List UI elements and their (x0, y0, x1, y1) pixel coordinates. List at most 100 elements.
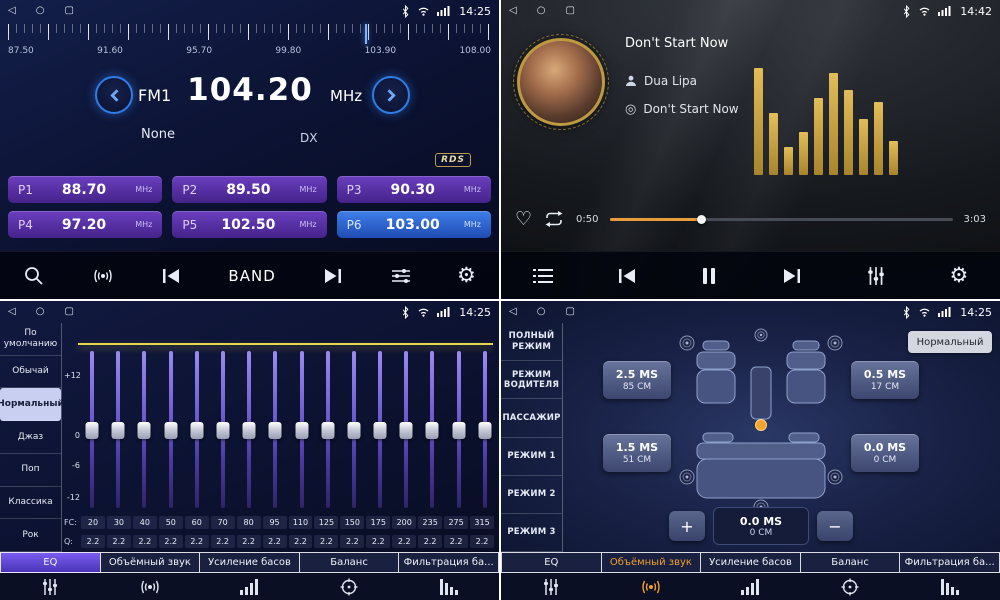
home-icon[interactable]: ○ (36, 307, 45, 317)
tab-filter[interactable]: Фильтрация ба... (399, 552, 499, 573)
back-icon[interactable]: ◁ (509, 307, 517, 317)
tab-bass-boost[interactable]: Усиление басов (200, 552, 300, 573)
eq-slider-knob[interactable] (426, 422, 439, 439)
eq-band-slider[interactable] (422, 351, 442, 508)
eq-band-slider[interactable] (318, 351, 338, 508)
seek-bar-knob[interactable] (697, 215, 706, 224)
decrease-delay-button[interactable]: − (817, 511, 853, 541)
band-button[interactable]: BAND (228, 267, 275, 285)
eq-faders-icon[interactable] (0, 578, 100, 596)
previous-track-icon[interactable] (616, 268, 638, 284)
eq-slider-knob[interactable] (269, 422, 282, 439)
home-icon[interactable]: ○ (537, 6, 546, 16)
recents-icon[interactable]: ▢ (565, 6, 574, 16)
eq-slider-knob[interactable] (86, 422, 99, 439)
mode-2[interactable]: РЕЖИМ 2 (501, 476, 562, 514)
balance-target-icon[interactable] (299, 578, 399, 596)
eq-band-slider[interactable] (161, 351, 181, 508)
eq-slider-knob[interactable] (295, 422, 308, 439)
eq-preset-jazz[interactable]: Джаз (0, 421, 61, 454)
home-icon[interactable]: ○ (537, 307, 546, 317)
eq-band-slider[interactable] (187, 351, 207, 508)
bass-boost-bars-icon[interactable] (200, 579, 300, 595)
eq-band-slider[interactable] (292, 351, 312, 508)
preset-button-1[interactable]: P1 88.70 MHz (8, 176, 162, 203)
eq-preset-default[interactable]: По умолчанию (0, 323, 61, 356)
tab-bass-boost[interactable]: Усиление басов (701, 552, 801, 573)
tuning-sliders-icon[interactable] (391, 267, 411, 285)
bass-boost-bars-icon[interactable] (701, 579, 801, 595)
tune-down-button[interactable] (95, 76, 133, 114)
eq-preset-custom[interactable]: Обычай (0, 356, 61, 389)
playlist-icon[interactable] (533, 268, 553, 284)
tab-surround[interactable]: Объёмный звук (602, 552, 702, 573)
eq-band-slider[interactable] (265, 351, 285, 508)
recents-icon[interactable]: ▢ (565, 307, 574, 317)
eq-band-slider[interactable] (449, 351, 469, 508)
preset-button-4[interactable]: P4 97.20 MHz (8, 211, 162, 238)
back-icon[interactable]: ◁ (8, 6, 16, 16)
mode-3[interactable]: РЕЖИМ 3 (501, 514, 562, 552)
next-track-icon[interactable] (781, 268, 803, 284)
back-icon[interactable]: ◁ (509, 6, 517, 16)
surround-broadcast-icon[interactable] (100, 578, 200, 596)
recents-icon[interactable]: ▢ (64, 307, 73, 317)
eq-slider-knob[interactable] (216, 422, 229, 439)
eq-slider-knob[interactable] (400, 422, 413, 439)
eq-slider-knob[interactable] (347, 422, 360, 439)
profile-button[interactable]: Нормальный (908, 331, 992, 353)
home-icon[interactable]: ○ (36, 6, 45, 16)
rear-right-delay-button[interactable]: 0.0 MS 0 CM (851, 434, 919, 472)
settings-gear-icon[interactable]: ⚙ (949, 265, 968, 286)
tune-up-button[interactable] (372, 76, 410, 114)
rear-left-delay-button[interactable]: 1.5 MS 51 CM (603, 434, 671, 472)
increase-delay-button[interactable]: + (669, 511, 705, 541)
eq-band-slider[interactable] (239, 351, 259, 508)
broadcast-icon[interactable] (92, 267, 114, 285)
repeat-icon[interactable] (543, 210, 565, 228)
surround-broadcast-icon[interactable] (601, 578, 701, 596)
back-icon[interactable]: ◁ (8, 307, 16, 317)
preset-button-3[interactable]: P3 90.30 MHz (337, 176, 491, 203)
eq-slider-knob[interactable] (478, 422, 491, 439)
eq-slider-knob[interactable] (321, 422, 334, 439)
pause-icon[interactable] (701, 267, 717, 285)
preset-button-6[interactable]: P6 103.00 MHz (337, 211, 491, 238)
preset-button-2[interactable]: P2 89.50 MHz (172, 176, 326, 203)
eq-band-slider[interactable] (134, 351, 154, 508)
tab-surround[interactable]: Объёмный звук (101, 552, 201, 573)
front-left-delay-button[interactable]: 2.5 MS 85 CM (603, 361, 671, 399)
filter-bars-icon[interactable] (900, 579, 1000, 595)
recents-icon[interactable]: ▢ (64, 6, 73, 16)
frequency-ruler[interactable]: 87.50 91.60 95.70 99.80 103.90 108.00 (8, 24, 491, 68)
tab-filter[interactable]: Фильтрация ба... (900, 552, 1000, 573)
tab-eq[interactable]: EQ (501, 552, 602, 573)
eq-slider-knob[interactable] (190, 422, 203, 439)
eq-slider-knob[interactable] (243, 422, 256, 439)
eq-preset-pop[interactable]: Поп (0, 454, 61, 487)
equalizer-faders-icon[interactable] (866, 266, 886, 286)
favorite-heart-icon[interactable]: ♡ (515, 210, 532, 229)
mode-driver[interactable]: РЕЖИМ ВОДИТЕЛЯ (501, 361, 562, 399)
eq-slider-knob[interactable] (452, 422, 465, 439)
seek-bar[interactable] (610, 218, 953, 221)
eq-band-slider[interactable] (344, 351, 364, 508)
eq-band-slider[interactable] (370, 351, 390, 508)
previous-station-icon[interactable] (160, 268, 182, 284)
eq-slider-knob[interactable] (138, 422, 151, 439)
tab-balance[interactable]: Баланс (801, 552, 901, 573)
filter-bars-icon[interactable] (399, 579, 499, 595)
eq-slider-knob[interactable] (112, 422, 125, 439)
eq-faders-icon[interactable] (501, 578, 601, 596)
tab-balance[interactable]: Баланс (300, 552, 400, 573)
settings-gear-icon[interactable]: ⚙ (457, 265, 476, 286)
search-icon[interactable] (23, 265, 45, 287)
eq-preset-classic[interactable]: Классика (0, 487, 61, 520)
front-right-delay-button[interactable]: 0.5 MS 17 CM (851, 361, 919, 399)
eq-slider-knob[interactable] (374, 422, 387, 439)
next-station-icon[interactable] (322, 268, 344, 284)
tab-eq[interactable]: EQ (0, 552, 101, 573)
eq-band-slider[interactable] (213, 351, 233, 508)
eq-band-slider[interactable] (475, 351, 495, 508)
balance-target-icon[interactable] (800, 578, 900, 596)
